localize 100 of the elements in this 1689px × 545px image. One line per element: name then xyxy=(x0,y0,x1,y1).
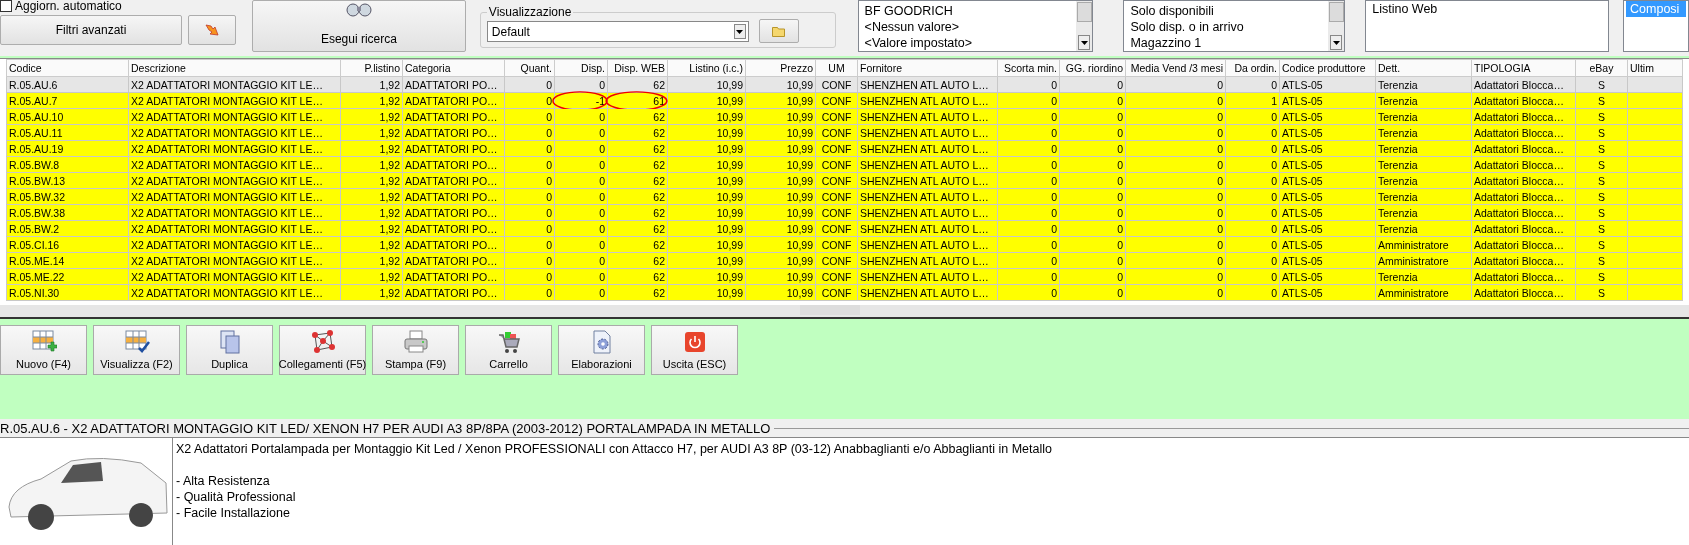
table-cell: 1,92 xyxy=(379,190,400,203)
table-cell: CONF xyxy=(821,126,852,139)
list-item[interactable]: BF GOODRICH xyxy=(860,3,1075,19)
table-cell: R.05.BW.13 xyxy=(9,174,66,187)
table-cell: 0 xyxy=(1217,254,1223,267)
list-item[interactable]: Solo disponibili xyxy=(1126,3,1327,19)
toolbar-button[interactable]: Carrello xyxy=(465,325,552,375)
table-cell: ATLS-05 xyxy=(1282,270,1323,283)
toolbar-button[interactable]: Elaborazioni xyxy=(558,325,645,375)
table-cell: 0 xyxy=(599,190,605,203)
table-row[interactable]: R.05.AU.10 X2 ADATTATORI MONTAGGIO KIT LE… 1,92 ADATTATORI PO… 0 0 62 10,99 10,99 CONF SHENZHEN ATL AUTO L… 0 0 0 0 ATLS-05 Terenzia Adattatori Blocca… S xyxy=(6,108,1683,125)
column-header[interactable]: eBay xyxy=(1575,59,1628,77)
price-list-listbox[interactable]: Listino Web xyxy=(1365,0,1610,52)
table-cell: 1,92 xyxy=(379,158,400,171)
column-header[interactable]: Codice xyxy=(6,59,129,77)
table-cell: 62 xyxy=(653,174,665,187)
brand-listbox[interactable]: BF GOODRICH <Nessun valore> <Valore impostato> xyxy=(857,0,1094,52)
availability-listbox[interactable]: Solo disponibili Solo disp. o in arrivo Magazzino 1 xyxy=(1123,0,1346,52)
column-header[interactable]: GG. riordino xyxy=(1059,59,1126,77)
column-header[interactable]: Dett. xyxy=(1375,59,1472,77)
table-cell: 62 xyxy=(653,286,665,299)
table-cell: ATLS-05 xyxy=(1282,142,1323,155)
column-header[interactable]: Scorta min. xyxy=(997,59,1060,77)
table-cell: SHENZHEN ATL AUTO L… xyxy=(860,286,989,299)
list-item[interactable]: Solo disp. o in arrivo xyxy=(1126,19,1327,35)
toolbar-button[interactable]: Duplica xyxy=(186,325,273,375)
column-header[interactable]: Categoria xyxy=(402,59,505,77)
list-item[interactable]: <Valore impostato> xyxy=(860,35,1075,51)
column-header[interactable]: Prezzo xyxy=(745,59,816,77)
table-cell: 0 xyxy=(546,286,552,299)
table-cell: ADATTATORI PO… xyxy=(405,94,498,107)
table-row[interactable]: R.05.NI.30 X2 ADATTATORI MONTAGGIO KIT LE… 1,92 ADATTATORI PO… 0 0 62 10,99 10,99 CONF SHENZHEN ATL AUTO L… 0 0 0 0 ATLS-05 Amministratore Adattatori Blocca… S xyxy=(6,284,1683,301)
description-field[interactable]: X2 Adattatori Portalampada per Montaggio Kit Led / Xenon PROFESSIONALI con Attacco H7, per AUDI A3 8P (03-12) Anabbaglianti e/o Abbaglianti in Metallo - Alta Resistenza - Qualità Professional - Facile Installazione xyxy=(173,438,1689,545)
table-row[interactable]: R.05.BW.2 X2 ADATTATORI MONTAGGIO KIT LE… 1,92 ADATTATORI PO… 0 0 62 10,99 10,99 CONF SHENZHEN ATL AUTO L… 0 0 0 0 ATLS-05 Terenzia Adattatori Blocca… S xyxy=(6,220,1683,237)
table-cell: R.05.ME.22 xyxy=(9,270,65,283)
table-cell: SHENZHEN ATL AUTO L… xyxy=(860,78,989,91)
toolbar-button[interactable]: Nuovo (F4) xyxy=(0,325,87,375)
column-header[interactable]: Quant. xyxy=(504,59,555,77)
column-header[interactable]: Listino (i.c.) xyxy=(667,59,746,77)
scrollbar-thumb[interactable] xyxy=(800,305,860,315)
table-cell: 0 xyxy=(546,270,552,283)
table-cell: ADATTATORI PO… xyxy=(405,174,498,187)
arrow-button[interactable] xyxy=(188,15,236,45)
column-header[interactable]: TIPOLOGIA xyxy=(1471,59,1576,77)
table-cell: ATLS-05 xyxy=(1282,174,1323,187)
table-cell: 10,99 xyxy=(786,206,813,219)
table-cell: S xyxy=(1598,206,1605,219)
table-cell: ATLS-05 xyxy=(1282,286,1323,299)
table-cell: 10,99 xyxy=(716,174,743,187)
table-cell: 0 xyxy=(1117,142,1123,155)
search-button[interactable]: Esegui ricerca xyxy=(252,0,466,52)
table-row[interactable]: R.05.BW.8 X2 ADATTATORI MONTAGGIO KIT LE… 1,92 ADATTATORI PO… 0 0 62 10,99 10,99 CONF SHENZHEN ATL AUTO L… 0 0 0 0 ATLS-05 Terenzia Adattatori Blocca… S xyxy=(6,156,1683,173)
column-header[interactable]: Disp. xyxy=(554,59,608,77)
table-cell: 10,99 xyxy=(716,254,743,267)
list-item[interactable]: Listino Web xyxy=(1368,1,1607,17)
group-legend: Visualizzazione xyxy=(486,5,574,19)
table-row[interactable]: R.05.AU.11 X2 ADATTATORI MONTAGGIO KIT LE… 1,92 ADATTATORI PO… 0 0 62 10,99 10,99 CONF SHENZHEN ATL AUTO L… 0 0 0 0 ATLS-05 Terenzia Adattatori Blocca… S xyxy=(6,124,1683,141)
checkbox[interactable] xyxy=(0,0,12,12)
table-cell: 0 xyxy=(546,222,552,235)
table-cell: SHENZHEN ATL AUTO L… xyxy=(860,126,989,139)
table-cell: -1 xyxy=(595,94,605,107)
table-row[interactable]: R.05.ME.14 X2 ADATTATORI MONTAGGIO KIT LE… 1,92 ADATTATORI PO… 0 0 62 10,99 10,99 CONF SHENZHEN ATL AUTO L… 0 0 0 0 ATLS-05 Amministratore Adattatori Blocca… S xyxy=(6,252,1683,269)
table-row[interactable]: R.05.BW.13 X2 ADATTATORI MONTAGGIO KIT LE… 1,92 ADATTATORI PO… 0 0 62 10,99 10,99 CONF SHENZHEN ATL AUTO L… 0 0 0 0 ATLS-05 Terenzia Adattatori Blocca… S xyxy=(6,172,1683,189)
column-header[interactable]: UM xyxy=(815,59,858,77)
column-header[interactable]: Descrizione xyxy=(128,59,341,77)
table-cell: ADATTATORI PO… xyxy=(405,158,498,171)
table-cell: X2 ADATTATORI MONTAGGIO KIT LE… xyxy=(131,206,323,219)
column-header[interactable]: Ultim xyxy=(1627,59,1683,77)
advanced-filters-button[interactable]: Filtri avanzati xyxy=(0,15,182,45)
table-cell: 10,99 xyxy=(716,270,743,283)
table-cell: CONF xyxy=(821,286,852,299)
table-row[interactable]: R.05.BW.32 X2 ADATTATORI MONTAGGIO KIT LE… 1,92 ADATTATORI PO… 0 0 62 10,99 10,99 CONF SHENZHEN ATL AUTO L… 0 0 0 0 ATLS-05 Terenzia Adattatori Blocca… S xyxy=(6,188,1683,205)
table-row[interactable]: R.05.ME.22 X2 ADATTATORI MONTAGGIO KIT LE… 1,92 ADATTATORI PO… 0 0 62 10,99 10,99 CONF SHENZHEN ATL AUTO L… 0 0 0 0 ATLS-05 Terenzia Adattatori Blocca… S xyxy=(6,268,1683,285)
folder-button[interactable] xyxy=(758,19,799,43)
toolbar-button[interactable]: Collegamenti (F5) xyxy=(279,325,366,375)
table-cell: S xyxy=(1598,126,1605,139)
table-row[interactable]: R.05.AU.19 X2 ADATTATORI MONTAGGIO KIT LE… 1,92 ADATTATORI PO… 0 0 62 10,99 10,99 CONF SHENZHEN ATL AUTO L… 0 0 0 0 ATLS-05 Terenzia Adattatori Blocca… S xyxy=(6,140,1683,157)
column-header[interactable]: Da ordin. xyxy=(1225,59,1280,77)
column-header[interactable]: P.listino xyxy=(340,59,403,77)
table-row[interactable]: R.05.BW.38 X2 ADATTATORI MONTAGGIO KIT LE… 1,92 ADATTATORI PO… 0 0 62 10,99 10,99 CONF SHENZHEN ATL AUTO L… 0 0 0 0 ATLS-05 Terenzia Adattatori Blocca… S xyxy=(6,204,1683,221)
column-header[interactable]: Fornitore xyxy=(857,59,998,77)
table-cell: 62 xyxy=(653,238,665,251)
toolbar-button[interactable]: Stampa (F9) xyxy=(372,325,459,375)
table-cell: 0 xyxy=(1051,94,1057,107)
table-cell: Amministratore xyxy=(1378,238,1449,251)
table-cell: ATLS-05 xyxy=(1282,78,1323,91)
toolbar-button[interactable]: Uscita (ESC) xyxy=(651,325,738,375)
horizontal-scrollbar[interactable] xyxy=(0,305,1689,319)
table-cell: Adattatori Blocca… xyxy=(1474,126,1564,139)
toolbar-button[interactable]: Visualizza (F2) xyxy=(93,325,180,375)
column-header[interactable]: Disp. WEB xyxy=(607,59,668,77)
column-header[interactable]: Media Vend /3 mesi xyxy=(1125,59,1226,77)
list-item[interactable]: <Nessun valore> xyxy=(860,19,1075,35)
view-dropdown[interactable]: Default xyxy=(486,21,749,42)
table-row[interactable]: R.05.AU.6 X2 ADATTATORI MONTAGGIO KIT LE… 1,92 ADATTATORI PO… 0 0 62 10,99 10,99 CONF SHENZHEN ATL AUTO L… 0 0 0 0 ATLS-05 Terenzia Adattatori Blocca… S xyxy=(6,76,1683,93)
table-row[interactable]: R.05.CI.16 X2 ADATTATORI MONTAGGIO KIT LE… 1,92 ADATTATORI PO… 0 0 62 10,99 10,99 CONF SHENZHEN ATL AUTO L… 0 0 0 0 ATLS-05 Amministratore Adattatori Blocca… S xyxy=(6,236,1683,253)
table-cell: CONF xyxy=(821,206,852,219)
list-item[interactable]: Magazzino 1 xyxy=(1126,35,1327,51)
table-cell: Terenzia xyxy=(1378,142,1418,155)
column-header[interactable]: Codice produttore xyxy=(1279,59,1376,77)
